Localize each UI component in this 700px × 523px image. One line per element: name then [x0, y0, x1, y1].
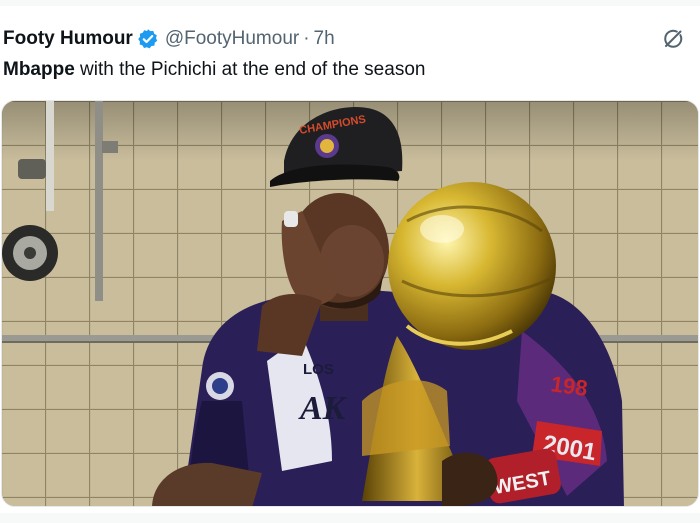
tweet-media-photo[interactable]: LOS AK 198 2001 CHAMPIONS WEST [1, 100, 699, 507]
tweet-header: Footy Humour @FootyHumour · 7h [3, 26, 335, 52]
verified-badge-icon [137, 28, 159, 50]
tweet-text-bold: Mbappe [3, 59, 75, 80]
tweet-timestamp[interactable]: 7h [314, 28, 335, 50]
jacket-right-text: 198 [549, 371, 589, 401]
header-separator: · [303, 28, 310, 49]
jacket-left-text-2: AK [298, 390, 348, 427]
top-divider [0, 0, 700, 6]
jacket-left-text: LOS [303, 361, 334, 378]
author-handle[interactable]: @FootyHumour [165, 28, 299, 50]
tweet-text-rest: with the Pichichi at the end of the seas… [74, 59, 426, 80]
tweet-text: Mbappe with the Pichichi at the end of t… [3, 56, 425, 84]
grok-icon[interactable] [661, 27, 685, 51]
wall-pipe [95, 101, 103, 301]
bottom-divider [0, 513, 700, 523]
author-display-name[interactable]: Footy Humour [3, 28, 133, 50]
tweet-card[interactable]: Footy Humour @FootyHumour · 7h Mbappe wi… [0, 0, 700, 523]
